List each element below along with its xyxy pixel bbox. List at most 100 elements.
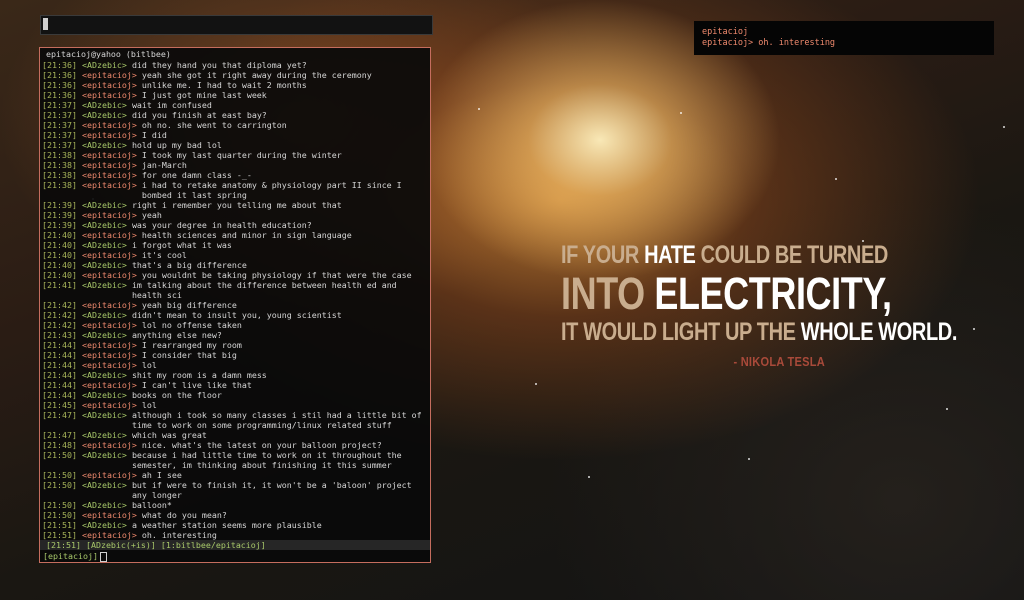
message-nick[interactable]: <ADzebic> [82, 370, 127, 380]
message-nick[interactable]: <epitacioj> [82, 250, 137, 260]
message-text: I rearranged my room [141, 340, 242, 350]
message-nick[interactable]: <epitacioj> [82, 340, 137, 350]
message-nick[interactable]: <ADzebic> [82, 200, 127, 210]
message-text: anything else new? [131, 330, 222, 340]
chat-message: [21:38] <epitacioj> jan-March [42, 160, 428, 170]
star [835, 178, 837, 180]
message-nick[interactable]: <epitacioj> [82, 160, 137, 170]
message-timestamp: [21:47] [42, 410, 82, 420]
message-nick[interactable]: <epitacioj> [82, 530, 137, 540]
message-nick[interactable]: <epitacioj> [82, 360, 137, 370]
message-text: health sciences and minor in sign langua… [141, 230, 352, 240]
message-text: hold up my bad lol [131, 140, 222, 150]
message-nick[interactable]: <ADzebic> [82, 240, 127, 250]
star [748, 458, 750, 460]
message-nick[interactable]: <ADzebic> [82, 480, 127, 500]
message-nick[interactable]: <ADzebic> [82, 60, 127, 70]
message-nick[interactable]: <ADzebic> [82, 520, 127, 530]
chat-message: [21:41] <ADzebic> im talking about the d… [42, 280, 428, 300]
message-timestamp: [21:36] [42, 70, 82, 80]
message-nick[interactable]: <epitacioj> [82, 270, 137, 280]
message-nick[interactable]: <epitacioj> [82, 180, 137, 200]
notification-popup[interactable]: epitacioj epitacioj> oh. interesting [694, 21, 994, 55]
message-text: a weather station seems more plausible [131, 520, 322, 530]
chat-message: [21:36] <epitacioj> I just got mine last… [42, 90, 428, 100]
message-nick[interactable]: <ADzebic> [82, 260, 127, 270]
chat-message: [21:36] <epitacioj> yeah she got it righ… [42, 70, 428, 80]
message-nick[interactable]: <epitacioj> [82, 230, 137, 240]
input-cursor [99, 551, 107, 562]
message-timestamp: [21:36] [42, 80, 82, 90]
message-timestamp: [21:44] [42, 350, 82, 360]
message-nick[interactable]: <ADzebic> [82, 450, 127, 470]
message-nick[interactable]: <ADzebic> [82, 280, 127, 300]
message-nick[interactable]: <epitacioj> [82, 320, 137, 330]
star [478, 108, 480, 110]
message-timestamp: [21:43] [42, 330, 82, 340]
message-timestamp: [21:50] [42, 450, 82, 460]
star [535, 383, 537, 385]
message-nick[interactable]: <epitacioj> [82, 380, 137, 390]
message-text: which was great [131, 430, 207, 440]
message-nick[interactable]: <epitacioj> [82, 210, 137, 220]
message-nick[interactable]: <ADzebic> [82, 310, 127, 320]
message-nick[interactable]: <epitacioj> [82, 150, 137, 160]
message-text: lol [141, 400, 157, 410]
chat-message: [21:42] <epitacioj> yeah big difference [42, 300, 428, 310]
chat-message: [21:51] <epitacioj> oh. interesting [42, 530, 428, 540]
message-text: balloon* [131, 500, 172, 510]
chat-input[interactable]: [epitacioj] [43, 551, 107, 562]
quote-author: - Nikola Tesla [733, 354, 825, 369]
message-nick[interactable]: <epitacioj> [82, 170, 137, 180]
message-timestamp: [21:44] [42, 380, 82, 390]
wallpaper-quote: If your hate could be turned into electr… [495, 240, 957, 369]
message-nick[interactable]: <epitacioj> [82, 400, 137, 410]
message-text: unlike me. I had to wait 2 months [141, 80, 307, 90]
message-text: I just got mine last week [141, 90, 267, 100]
message-nick[interactable]: <epitacioj> [82, 470, 137, 480]
star [1003, 126, 1005, 128]
message-timestamp: [21:44] [42, 340, 82, 350]
message-text: it's cool [141, 250, 187, 260]
star [680, 112, 682, 114]
message-nick[interactable]: <ADzebic> [82, 110, 127, 120]
message-nick[interactable]: <epitacioj> [82, 70, 137, 80]
message-timestamp: [21:41] [42, 280, 82, 290]
message-text: because i had little time to work on it … [131, 450, 407, 470]
message-nick[interactable]: <epitacioj> [82, 350, 137, 360]
message-nick[interactable]: <ADzebic> [82, 330, 127, 340]
chat-log[interactable]: [21:36] <ADzebic> did they hand you that… [40, 60, 430, 540]
message-nick[interactable]: <epitacioj> [82, 130, 137, 140]
message-nick[interactable]: <ADzebic> [82, 500, 127, 510]
message-nick[interactable]: <ADzebic> [82, 220, 127, 230]
chat-message: [21:44] <epitacioj> I consider that big [42, 350, 428, 360]
message-nick[interactable]: <epitacioj> [82, 440, 137, 450]
message-nick[interactable]: <ADzebic> [82, 430, 127, 440]
message-nick[interactable]: <epitacioj> [82, 510, 137, 520]
message-nick[interactable]: <ADzebic> [82, 100, 127, 110]
message-text: i forgot what it was [131, 240, 232, 250]
message-timestamp: [21:37] [42, 130, 82, 140]
message-text: although i took so many classes i stil h… [131, 410, 427, 430]
message-timestamp: [21:48] [42, 440, 82, 450]
message-timestamp: [21:50] [42, 500, 82, 510]
message-nick[interactable]: <epitacioj> [82, 300, 137, 310]
message-nick[interactable]: <ADzebic> [82, 390, 127, 400]
message-nick[interactable]: <epitacioj> [82, 80, 137, 90]
status-bar: [21:51] [ADzebic(+is)] [1:bitlbee/epitac… [40, 540, 430, 550]
message-nick[interactable]: <epitacioj> [82, 120, 137, 130]
chat-message: [21:42] <epitacioj> lol no offense taken [42, 320, 428, 330]
chat-message: [21:38] <epitacioj> i had to retake anat… [42, 180, 428, 200]
message-nick[interactable]: <epitacioj> [82, 90, 137, 100]
message-text: shit my room is a damn mess [131, 370, 267, 380]
message-nick[interactable]: <ADzebic> [82, 140, 127, 150]
chat-message: [21:50] <epitacioj> what do you mean? [42, 510, 428, 520]
message-timestamp: [21:38] [42, 160, 82, 170]
message-nick[interactable]: <ADzebic> [82, 410, 127, 430]
input-prompt: [epitacioj] [43, 551, 98, 561]
chat-message: [21:50] <ADzebic> because i had little t… [42, 450, 428, 470]
irc-terminal-window[interactable]: epitacioj@yahoo (bitlbee) [21:36] <ADzeb… [39, 47, 431, 563]
message-text: but if were to finish it, it won't be a … [131, 480, 417, 500]
launcher-input[interactable] [40, 15, 433, 35]
message-text: you wouldnt be taking physiology if that… [141, 270, 412, 280]
